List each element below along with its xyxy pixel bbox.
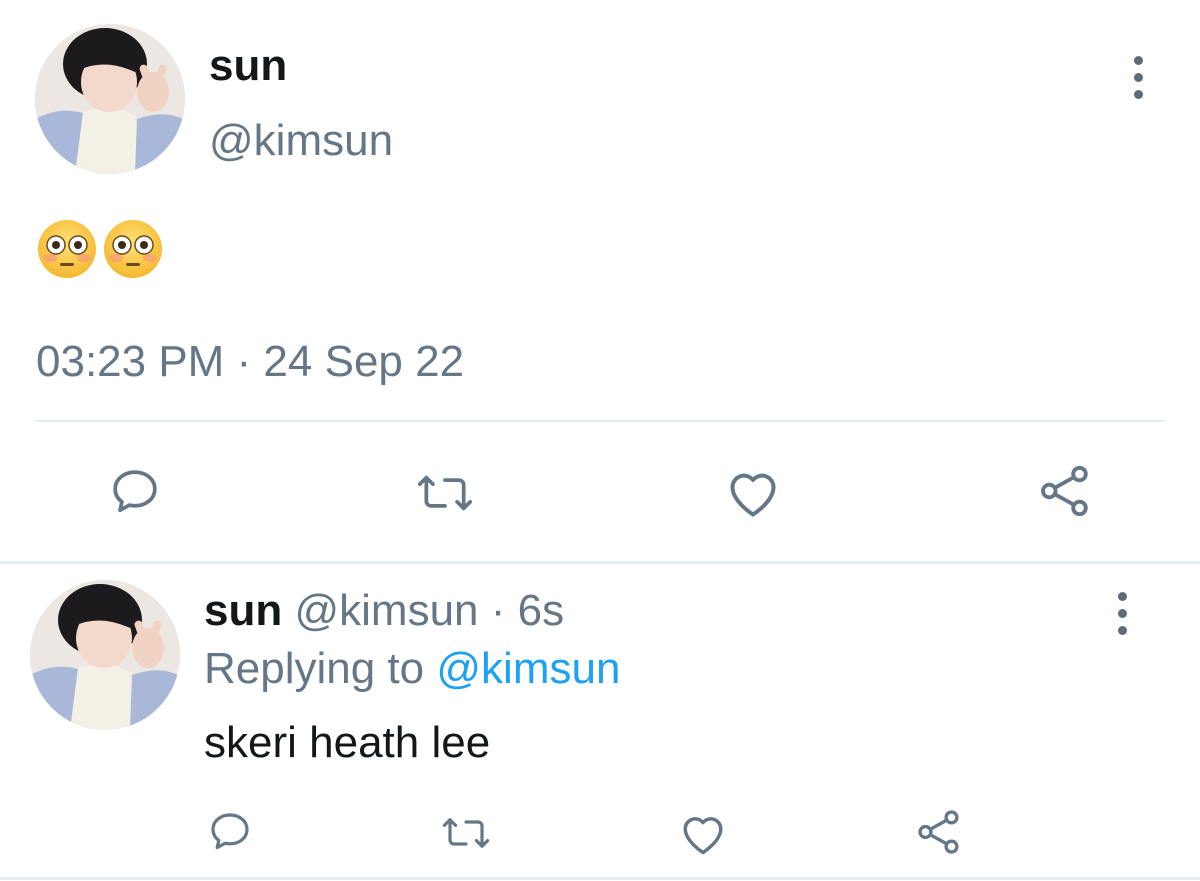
share-icon: [918, 810, 959, 854]
divider: [0, 561, 1200, 564]
author-name[interactable]: sun: [209, 38, 287, 94]
mention-link[interactable]: @kimsun: [436, 644, 620, 693]
more-options-icon[interactable]: [1128, 56, 1148, 99]
avatar[interactable]: [30, 580, 180, 730]
divider: [35, 420, 1165, 422]
retweet-icon: [442, 818, 490, 848]
share-button[interactable]: [1034, 460, 1096, 522]
more-options-icon[interactable]: [1112, 592, 1132, 635]
reply-header: sun @kimsun · 6s: [204, 584, 564, 638]
tweet-timestamp[interactable]: 03:23 PM · 24 Sep 22: [36, 334, 464, 390]
separator: ·: [490, 586, 506, 635]
avatar[interactable]: [35, 24, 185, 174]
heart-icon: [683, 817, 723, 855]
replying-prefix: Replying to: [204, 644, 425, 693]
heart-icon: [730, 473, 776, 517]
flushed-face-emoji: [102, 218, 164, 280]
reply-button[interactable]: [104, 461, 166, 523]
speech-bubble-icon: [211, 813, 249, 850]
tweet-content: [36, 218, 164, 280]
tweet-thread: sun @kimsun 03:23 PM · 24 Sep 22 sun @ki…: [0, 0, 1200, 881]
retweet-button[interactable]: [438, 808, 494, 858]
like-button[interactable]: [722, 463, 784, 521]
retweet-button[interactable]: [412, 463, 478, 523]
replying-to: Replying to @kimsun: [204, 642, 620, 696]
divider: [0, 877, 1200, 880]
speech-bubble-icon: [113, 470, 157, 513]
share-button[interactable]: [912, 805, 966, 859]
reply-button[interactable]: [204, 806, 256, 858]
author-handle[interactable]: @kimsun: [209, 113, 393, 169]
flushed-face-emoji: [36, 218, 98, 280]
time-ago[interactable]: 6s: [518, 586, 564, 635]
author-name[interactable]: sun: [204, 586, 282, 635]
tweet-text: skeri heath lee: [204, 718, 491, 767]
retweet-icon: [417, 475, 473, 511]
like-button[interactable]: [676, 808, 730, 858]
author-handle[interactable]: @kimsun: [294, 586, 478, 635]
share-icon: [1041, 465, 1088, 517]
